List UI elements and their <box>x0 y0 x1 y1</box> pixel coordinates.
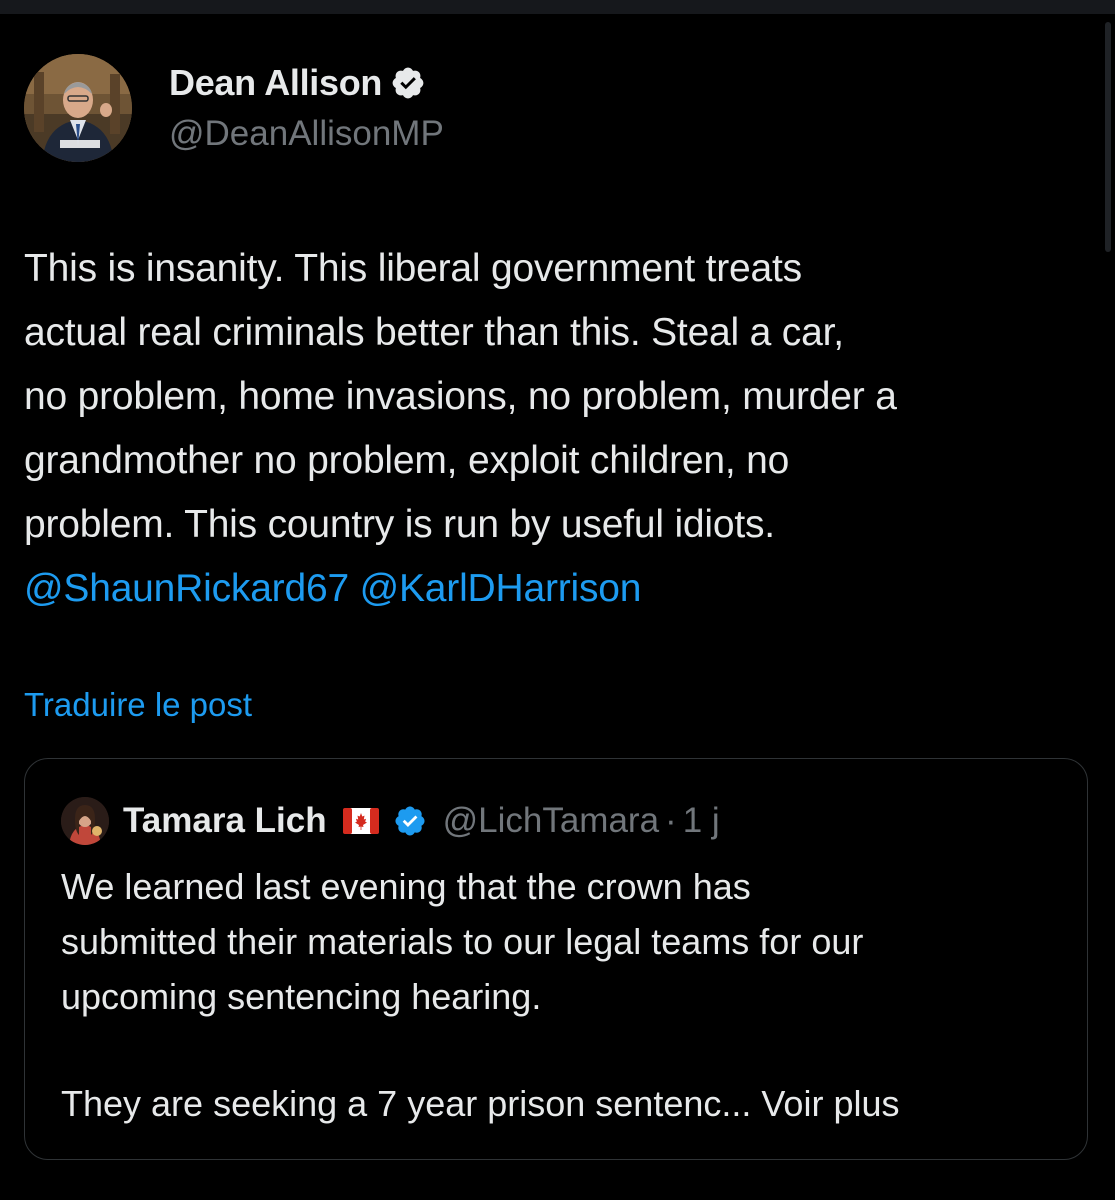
quoted-truncated-text: They are seeking a 7 year prison sentenc… <box>61 1083 752 1124</box>
quoted-author-handle[interactable]: @LichTamara <box>443 801 659 841</box>
author-handle[interactable]: @DeanAllisonMP <box>169 114 444 154</box>
mention-link-shaunrickard67[interactable]: @ShaunRickard67 <box>24 567 349 610</box>
see-more-link[interactable]: Voir plus <box>761 1083 899 1124</box>
quoted-tweet-text: We learned last evening that the crown h… <box>61 866 864 1017</box>
quoted-truncated-line: They are seeking a 7 year prison sentenc… <box>61 1076 899 1131</box>
quoted-author-name[interactable]: Tamara Lich <box>123 801 327 841</box>
quoted-separator-dot: · <box>665 801 677 840</box>
scrollbar[interactable] <box>1105 22 1111 252</box>
author-avatar-photo-icon <box>24 54 132 162</box>
mention-link-karldharrison[interactable]: @KarlDHarrison <box>360 567 642 610</box>
tweet-body-text: This is insanity. This liberal governmen… <box>24 247 897 546</box>
quoted-timestamp[interactable]: 1 j <box>683 801 720 841</box>
verified-badge-icon <box>392 67 424 99</box>
tweet-author-header: Dean Allison @DeanAllisonMP <box>24 54 824 162</box>
author-name[interactable]: Dean Allison <box>169 62 382 104</box>
author-avatar[interactable] <box>24 54 132 162</box>
top-status-strip <box>0 0 1115 14</box>
quoted-avatar-photo-icon <box>61 797 109 845</box>
author-name-row: Dean Allison <box>169 60 426 106</box>
quoted-tweet-header: Tamara Lich @LichTamara · 1 j <box>61 797 720 845</box>
quoted-tweet-card[interactable]: Tamara Lich @LichTamara · 1 j We learned… <box>24 758 1088 1160</box>
quoted-verified-badge-icon <box>395 806 425 836</box>
canada-flag-icon <box>342 808 379 834</box>
tweet-mentions: @ShaunRickard67 @KarlDHarrison <box>24 557 641 621</box>
quoted-author-avatar[interactable] <box>61 797 109 845</box>
translate-post-link[interactable]: Traduire le post <box>24 686 252 724</box>
